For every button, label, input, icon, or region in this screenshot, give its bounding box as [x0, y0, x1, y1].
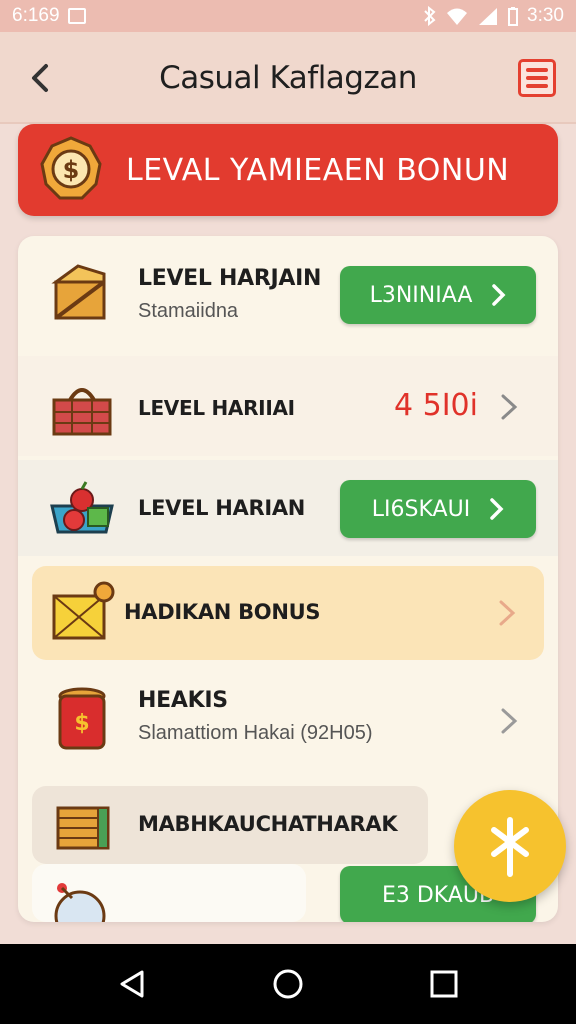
- row-label: LEVEL HARJAIN: [138, 266, 322, 291]
- svg-text:$: $: [63, 156, 80, 184]
- menu-button[interactable]: [518, 59, 556, 97]
- row-subtitle: Slamattiom Hakai (92H05): [138, 722, 373, 744]
- coin-badge-icon: $: [40, 136, 102, 200]
- bonus-banner[interactable]: $ LEVAL YAMIEAEN BONUN: [18, 124, 558, 216]
- row-label: LEVEL HARIAN: [138, 496, 306, 520]
- banner-title: LEVAL YAMIEAEN BONUN: [126, 153, 510, 188]
- action-button[interactable]: LI6SKAUI: [340, 480, 536, 538]
- nav-recents-icon[interactable]: [424, 964, 464, 1004]
- row-label: HADIKAN BONUS: [124, 600, 321, 624]
- row-label: HEAKIS: [138, 688, 228, 713]
- page-title: Casual Kaflagzan: [159, 60, 417, 96]
- treasure-chest-icon: [51, 264, 106, 320]
- battery-icon: [508, 7, 519, 26]
- chevron-right-icon: [492, 284, 506, 306]
- row-amount: 4 5I0i: [394, 388, 478, 423]
- fruit-bowl-icon: [50, 481, 114, 534]
- row-label: LEVEL HARIIAI: [138, 396, 295, 420]
- chevron-right-icon: [501, 708, 518, 734]
- chevron-right-icon: [499, 600, 516, 626]
- gift-box-icon: [52, 581, 115, 640]
- list-item[interactable]: LEVEL HARIAN LI6SKAUI: [18, 460, 558, 556]
- nav-home-icon[interactable]: [268, 964, 308, 1004]
- menu-icon-line: [526, 76, 548, 80]
- row-subtitle: Stamaiidna: [138, 300, 239, 322]
- list-item[interactable]: MABHKAUCHATHARAK: [32, 786, 428, 864]
- list-item[interactable]: $ HEAKIS Slamattiom Hakai (92H05): [18, 666, 558, 776]
- system-nav-bar: [0, 944, 576, 1024]
- floating-action-button[interactable]: [454, 790, 566, 902]
- claim-button-label: L3NINIAA: [369, 282, 473, 308]
- wifi-icon: [447, 8, 468, 25]
- nav-back-icon[interactable]: [112, 964, 152, 1004]
- status-time: 6:169: [12, 5, 60, 26]
- globe-icon: [54, 883, 106, 922]
- money-bag-icon: $: [58, 687, 106, 750]
- svg-text:$: $: [74, 711, 89, 736]
- menu-icon: [526, 68, 548, 72]
- back-arrow-icon[interactable]: [24, 60, 60, 96]
- bluetooth-icon: [424, 6, 436, 26]
- list-item[interactable]: LEVEL HARJAIN Stamaiidna L3NINIAA: [18, 236, 558, 352]
- signal-icon: [479, 8, 498, 25]
- status-clock: 3:30: [527, 5, 564, 26]
- app-bar: Casual Kaflagzan: [0, 32, 576, 124]
- crate-icon: [56, 806, 110, 850]
- chevron-right-icon: [501, 394, 518, 420]
- row-label: MABHKAUCHATHARAK: [138, 812, 398, 836]
- notification-icon: [67, 8, 86, 24]
- status-bar: 6:169 3:30: [0, 0, 576, 32]
- chevron-right-icon: [490, 498, 504, 520]
- list-item-highlighted[interactable]: HADIKAN BONUS: [32, 566, 544, 660]
- claim-button[interactable]: L3NINIAA: [340, 266, 536, 324]
- list-item[interactable]: LEVEL HARIIAI 4 5I0i: [18, 356, 558, 456]
- tool-icon: [491, 817, 529, 877]
- action-button-label: LI6SKAUI: [371, 496, 471, 522]
- menu-icon-line: [526, 84, 548, 88]
- basket-icon: [52, 388, 112, 436]
